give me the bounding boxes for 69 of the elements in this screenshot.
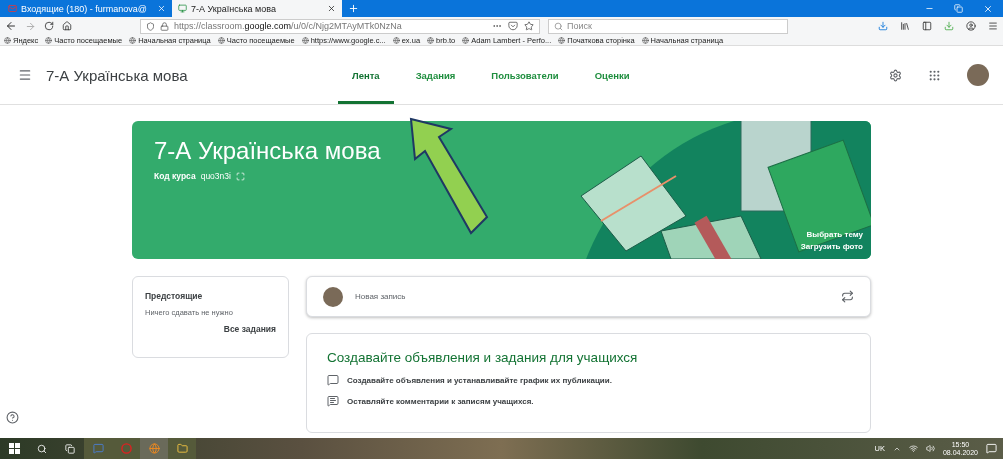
notification-icon[interactable] [986,443,997,454]
new-post-card[interactable]: Новая запись [306,276,871,317]
download-icon[interactable] [878,21,888,31]
home-icon[interactable] [62,21,72,31]
search-icon [554,21,563,31]
nav-tab[interactable]: Задания [401,46,470,104]
address-field[interactable]: https://classroom.google.com/u/0/c/Njg2MTAyMTk0NzNa [140,18,540,34]
restore-icon[interactable] [954,4,963,13]
globe-icon [558,36,566,44]
volume-icon[interactable] [925,444,935,453]
apps-icon[interactable] [928,68,941,82]
new-tab-icon[interactable] [348,3,359,14]
new-post-placeholder: Новая запись [355,292,407,301]
explorer-button[interactable] [168,438,196,459]
back-icon[interactable] [5,20,17,32]
avatar [323,286,343,307]
repost-icon[interactable] [841,290,854,303]
nav-tab[interactable]: Пользователи [477,46,573,104]
globe-icon [462,36,470,44]
globe-icon [427,36,435,44]
reload-icon[interactable] [44,21,54,31]
help-icon[interactable] [6,411,19,424]
course-code: quo3n3i [200,171,231,181]
globe-icon [45,36,53,44]
avatar[interactable] [967,64,989,86]
task-view-icon [65,443,75,454]
browser-tab[interactable]: 7-А Українська мова [172,0,342,17]
mail-icon [8,4,17,13]
upload-photo-link[interactable]: Загрузить фото [800,242,863,251]
close-icon[interactable] [983,3,993,14]
globe-icon [217,36,225,44]
globe-icon [4,36,11,44]
speech-bubble-icon [327,374,339,386]
lock-icon [160,21,169,31]
nav-tab[interactable]: Лента [338,46,394,104]
info-text: Оставляйте комментарии к записям учащихся. [347,396,534,406]
menu-icon[interactable] [988,21,998,31]
course-title: 7-А Українська мова [46,66,188,84]
pocket-icon[interactable] [508,21,518,31]
select-theme-link[interactable]: Выбрать тему [806,230,863,239]
star-icon[interactable] [524,21,534,31]
comment-icon [327,395,339,407]
wifi-icon[interactable] [908,444,918,453]
menu-icon[interactable] [18,68,32,82]
windows-icon [8,443,20,454]
info-heading: Создавайте объявления и задания для учащихся [327,350,639,365]
nav-tab[interactable]: Оценки [580,46,644,104]
library-icon[interactable] [900,21,910,31]
globe-icon [148,443,160,454]
ring-icon [120,443,132,454]
globe-icon [129,36,137,44]
globe-icon [641,36,649,44]
all-assignments-link[interactable]: Все задания [223,324,276,334]
banner-title: 7-А Українська мова [154,137,382,165]
globe-icon [392,36,400,44]
search-icon [37,443,47,454]
upcoming-title: Предстоящие [145,291,204,301]
browser-tab[interactable]: Входящие (180) - furmanova@ [2,0,172,17]
search-field[interactable]: Поиск [548,18,788,34]
close-icon[interactable] [327,4,336,13]
shield-icon [146,21,155,31]
search-placeholder: Поиск [567,21,592,31]
course-code-label: Код курса [154,171,196,181]
settings-icon[interactable] [889,68,902,82]
globe-icon [301,36,309,44]
info-text: Создавайте объявления и устанавливайте график их публикации. [347,375,612,385]
sidebar-icon[interactable] [922,21,932,31]
folder-icon [176,443,188,454]
account-icon[interactable] [966,21,976,31]
